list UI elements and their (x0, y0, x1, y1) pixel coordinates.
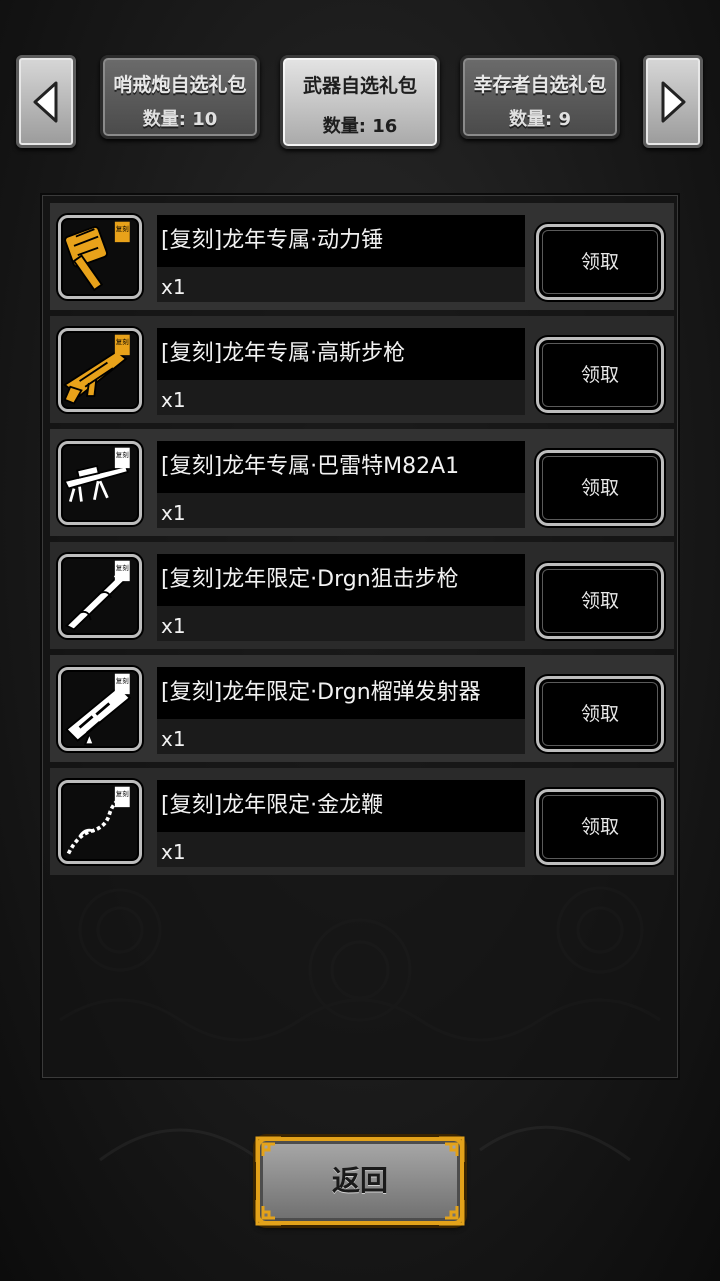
tab-count: 数量: 16 (322, 116, 398, 137)
item-list-panel[interactable]: 复刻 [复刻]龙年专属·动力锤 x1 领取 复刻 [复刻]龙年专属·高斯步枪 x… (40, 193, 680, 1080)
dragon-sniper-icon: 复刻 (64, 560, 130, 631)
reissue-badge: 复刻 (116, 224, 129, 233)
tab-name: 幸存者自选礼包 (473, 74, 607, 96)
item-quantity: x1 (157, 832, 525, 867)
claim-button[interactable]: 领取 (536, 337, 664, 413)
item-quantity: x1 (157, 493, 525, 528)
sniper-rifle-icon: 复刻 (63, 447, 130, 502)
item-icon-frame: 复刻 (58, 554, 142, 638)
claim-button[interactable]: 领取 (536, 450, 664, 526)
item-quantity: x1 (157, 606, 525, 641)
reissue-badge: 复刻 (116, 337, 129, 346)
item-name: [复刻]龙年限定·金龙鞭 (157, 780, 525, 832)
item-name: [复刻]龙年限定·Drgn榴弹发射器 (157, 667, 525, 719)
reissue-badge: 复刻 (116, 676, 129, 685)
next-tab-button[interactable] (643, 55, 703, 148)
list-item: 复刻 [复刻]龙年专属·动力锤 x1 领取 (50, 203, 674, 310)
item-name: [复刻]龙年专属·动力锤 (157, 215, 525, 267)
power-hammer-icon: 复刻 (64, 221, 130, 292)
list-item: 复刻 [复刻]龙年专属·高斯步枪 x1 领取 (50, 316, 674, 423)
item-quantity: x1 (157, 267, 525, 302)
list-item: 复刻 [复刻]龙年专属·巴雷特M82A1 x1 领取 (50, 429, 674, 536)
return-label: 返回 (331, 1164, 388, 1197)
item-name: [复刻]龙年专属·高斯步枪 (157, 328, 525, 380)
claim-button[interactable]: 领取 (536, 563, 664, 639)
reissue-badge: 复刻 (116, 563, 129, 572)
tab-count: 数量: 10 (142, 109, 218, 130)
tab-name: 武器自选礼包 (302, 75, 417, 97)
ornament-corner-icon (436, 1135, 466, 1165)
tab-count: 数量: 9 (509, 109, 571, 130)
tab-name: 哨戒炮自选礼包 (113, 74, 247, 96)
list-item: 复刻 [复刻]龙年限定·金龙鞭 x1 领取 (50, 768, 674, 875)
list-item: 复刻 [复刻]龙年限定·Drgn榴弹发射器 x1 领取 (50, 655, 674, 762)
item-icon-frame: 复刻 (58, 215, 142, 299)
item-name: [复刻]龙年限定·Drgn狙击步枪 (157, 554, 525, 606)
item-icon-frame: 复刻 (58, 328, 142, 412)
item-quantity: x1 (157, 380, 525, 415)
reissue-badge: 复刻 (116, 450, 129, 459)
dragon-launcher-icon: 复刻 (65, 673, 132, 746)
reissue-badge: 复刻 (116, 789, 129, 798)
item-icon-frame: 复刻 (58, 667, 142, 751)
return-button[interactable]: 返回 (254, 1135, 466, 1227)
gauss-rifle-icon: 复刻 (63, 334, 130, 405)
item-name: [复刻]龙年专属·巴雷特M82A1 (157, 441, 525, 493)
prev-tab-button[interactable] (16, 55, 76, 148)
tab-weapon-pack[interactable]: 武器自选礼包 数量: 16 (280, 55, 440, 149)
claim-button[interactable]: 领取 (536, 224, 664, 300)
arrow-left-icon (33, 81, 58, 122)
ornament-corner-icon (254, 1135, 284, 1165)
ornament-corner-icon (254, 1197, 284, 1227)
dragon-whip-icon: 复刻 (66, 786, 130, 855)
claim-button[interactable]: 领取 (536, 789, 664, 865)
item-icon-frame: 复刻 (58, 441, 142, 525)
claim-button[interactable]: 领取 (536, 676, 664, 752)
item-quantity: x1 (157, 719, 525, 754)
tab-sentry-gun-pack[interactable]: 哨戒炮自选礼包 数量: 10 (100, 55, 260, 139)
arrow-right-icon (661, 81, 686, 122)
ornament-corner-icon (436, 1197, 466, 1227)
tab-survivor-pack[interactable]: 幸存者自选礼包 数量: 9 (460, 55, 620, 139)
item-icon-frame: 复刻 (58, 780, 142, 864)
list-item: 复刻 [复刻]龙年限定·Drgn狙击步枪 x1 领取 (50, 542, 674, 649)
